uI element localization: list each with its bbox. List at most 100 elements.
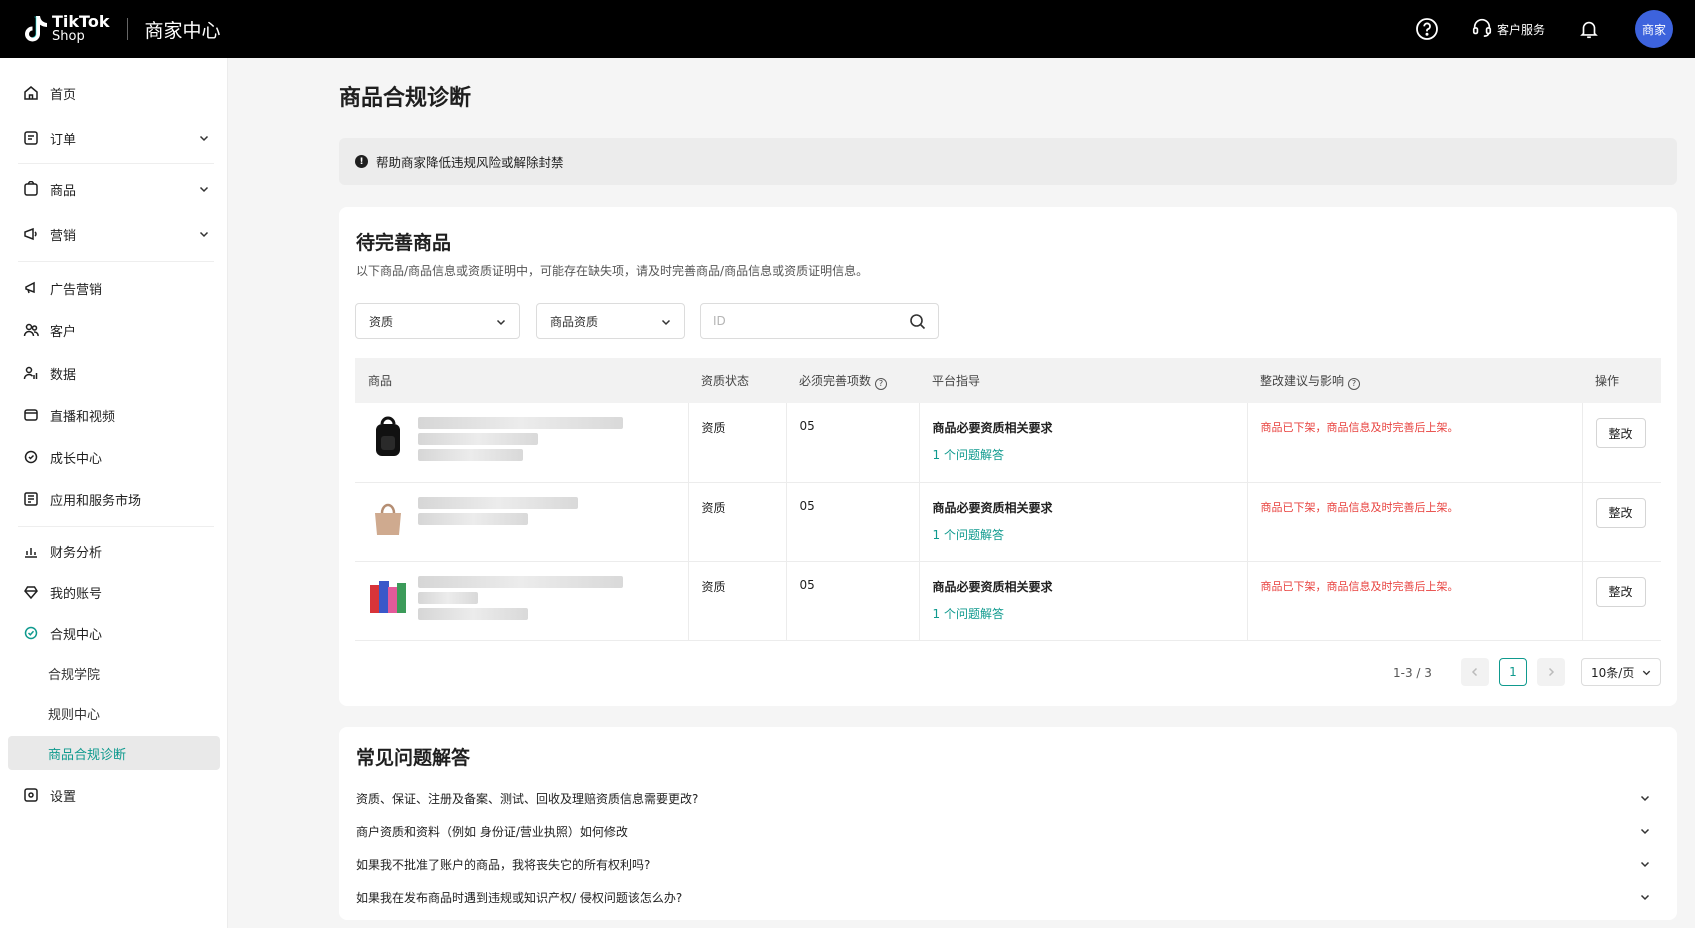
chevron-down-icon — [1639, 891, 1651, 903]
sidebar-item-product-compliance[interactable]: 商品合规诊断 — [8, 736, 220, 770]
guidance-cell: 商品必要资质相关要求 1 个问题解答 — [918, 482, 1247, 562]
faq-item[interactable]: 如果我不批准了账户的商品，我将丧失它的所有权利吗? — [356, 848, 1661, 880]
sidebar: 首页 订单 商品 营销 广告营销 客户 数据 直播和视频 成长中心 应用和服务市… — [0, 58, 228, 928]
faq-item[interactable]: 如果我在发布商品时遇到违规或知识产权/ 侵权问题该怎么办? — [356, 881, 1661, 913]
required-count-cell: 05 — [785, 403, 919, 483]
chevron-down-icon — [198, 132, 210, 144]
order-icon — [22, 129, 40, 147]
top-bar: TikTok Shop 商家中心 客户服务 商家 — [0, 0, 1695, 58]
chevron-right-icon — [1548, 667, 1555, 677]
info-icon: ! — [355, 155, 368, 168]
books-thumbnail[interactable] — [368, 574, 408, 618]
customer-service-button[interactable]: 客户服务 — [1471, 16, 1545, 42]
sidebar-item-label: 直播和视频 — [50, 409, 116, 425]
required-count-cell: 05 — [785, 561, 919, 641]
sidebar-item-label: 应用和服务市场 — [50, 493, 142, 509]
pagination-prev-button[interactable] — [1461, 658, 1489, 686]
qualification-filter-select[interactable]: 资质 — [355, 303, 520, 339]
impact-text: 商品已下架，商品信息及时完善后上架。 — [1260, 421, 1459, 434]
sidebar-item-apps[interactable]: 应用和服务市场 — [8, 482, 220, 516]
sidebar-item-label: 设置 — [50, 789, 77, 805]
growth-icon — [22, 448, 40, 466]
apps-icon — [22, 490, 40, 508]
help-icon[interactable] — [1415, 17, 1439, 41]
sidebar-divider — [18, 526, 214, 527]
fix-button[interactable]: 整改 — [1595, 497, 1646, 528]
sidebar-item-compliance[interactable]: 合规中心 — [8, 616, 220, 650]
notification-bell-icon[interactable] — [1577, 17, 1601, 41]
id-search-input[interactable] — [713, 304, 903, 338]
id-search-box[interactable] — [700, 303, 939, 339]
column-header-guidance: 平台指导 — [919, 358, 1247, 403]
faq-item[interactable]: 资质、保证、注册及备案、测试、回收及理赔资质信息需要更改? — [356, 782, 1661, 814]
compliance-icon — [22, 624, 40, 642]
pagination-page-current[interactable]: 1 — [1499, 658, 1527, 686]
sidebar-item-home[interactable]: 首页 — [8, 76, 220, 110]
faq-answer-link[interactable]: 1 个问题解答 — [933, 526, 1247, 543]
faq-question: 资质、保证、注册及备案、测试、回收及理赔资质信息需要更改? — [356, 791, 699, 806]
sidebar-item-live-video[interactable]: 直播和视频 — [8, 398, 220, 432]
user-avatar[interactable]: 商家 — [1635, 10, 1673, 48]
sidebar-item-finance[interactable]: 财务分析 — [8, 534, 220, 568]
chevron-down-icon — [198, 228, 210, 240]
sidebar-item-data[interactable]: 数据 — [8, 356, 220, 390]
tiktok-logo-icon — [22, 14, 48, 44]
faq-card: 常见问题解答 资质、保证、注册及备案、测试、回收及理赔资质信息需要更改? 商户资… — [339, 727, 1677, 920]
customers-icon — [22, 321, 40, 339]
guidance-title: 商品必要资质相关要求 — [932, 579, 1053, 594]
product-icon — [22, 180, 40, 198]
blurred-product-info — [418, 574, 623, 620]
sidebar-item-rules-center[interactable]: 规则中心 — [8, 696, 220, 730]
guidance-title: 商品必要资质相关要求 — [932, 500, 1053, 515]
search-icon[interactable] — [909, 313, 926, 330]
sidebar-item-products[interactable]: 商品 — [8, 172, 220, 206]
sidebar-item-label: 我的账号 — [50, 586, 103, 602]
impact-cell: 商品已下架，商品信息及时完善后上架。 — [1246, 561, 1582, 641]
pagination-next-button[interactable] — [1537, 658, 1565, 686]
sidebar-item-compliance-academy[interactable]: 合规学院 — [8, 656, 220, 690]
chevron-down-icon — [495, 316, 507, 328]
chevron-left-icon — [1471, 667, 1478, 677]
handbag-thumbnail[interactable] — [368, 495, 408, 539]
sidebar-item-label: 客户 — [50, 324, 77, 340]
page-size-value: 10条/页 — [1591, 665, 1635, 680]
impact-text: 商品已下架，商品信息及时完善后上架。 — [1260, 500, 1459, 514]
sidebar-item-ads[interactable]: 广告营销 — [8, 271, 220, 305]
faq-answer-link[interactable]: 1 个问题解答 — [933, 446, 1247, 463]
account-icon — [22, 583, 40, 601]
sidebar-item-customers[interactable]: 客户 — [8, 313, 220, 347]
filter-value: 资质 — [369, 314, 394, 329]
table-row: 资质 05 商品必要资质相关要求 1 个问题解答 商品已下架，商品信息及时完善后… — [355, 561, 1661, 641]
data-icon — [22, 364, 40, 382]
fix-button[interactable]: 整改 — [1595, 418, 1646, 448]
home-icon — [22, 84, 40, 102]
chevron-down-icon — [660, 316, 672, 328]
sidebar-item-orders[interactable]: 订单 — [8, 121, 220, 155]
megaphone-icon — [22, 279, 40, 297]
sidebar-item-growth[interactable]: 成长中心 — [8, 440, 220, 474]
sidebar-item-settings[interactable]: 设置 — [8, 778, 220, 812]
status-cell: 资质 — [687, 482, 786, 562]
pending-products-table: 商品 资质状态 必须完善项数? 平台指导 整改建议与影响? 操作 资质 05 商… — [355, 358, 1661, 641]
status-cell: 资质 — [687, 561, 786, 641]
logo-text: TikTok Shop — [52, 14, 109, 45]
product-qualification-select[interactable]: 商品资质 — [536, 303, 685, 339]
question-mark-icon[interactable]: ? — [875, 377, 888, 390]
sidebar-item-account[interactable]: 我的账号 — [8, 575, 220, 609]
page-size-select[interactable]: 10条/页 — [1581, 658, 1661, 686]
blurred-product-info — [418, 415, 623, 461]
column-header-product: 商品 — [355, 358, 688, 403]
filter-value: 商品资质 — [550, 314, 599, 329]
tiktok-shop-logo[interactable]: TikTok Shop — [22, 14, 109, 44]
faq-item[interactable]: 商户资质和资料（例如 身份证/营业执照）如何修改 — [356, 815, 1661, 847]
fix-button[interactable]: 整改 — [1595, 576, 1646, 607]
faq-answer-link[interactable]: 1 个问题解答 — [933, 605, 1247, 622]
sidebar-item-label: 首页 — [50, 87, 77, 103]
backpack-thumbnail[interactable] — [368, 415, 408, 459]
product-cell — [355, 561, 688, 641]
header-divider — [127, 18, 129, 40]
pending-products-card: 待完善商品 以下商品/商品信息或资质证明中，可能存在缺失项，请及时完善商品/商品… — [339, 207, 1677, 706]
sidebar-item-marketing[interactable]: 营销 — [8, 217, 220, 251]
customer-service-label: 客户服务 — [1496, 22, 1545, 37]
question-mark-icon[interactable]: ? — [1348, 377, 1361, 390]
